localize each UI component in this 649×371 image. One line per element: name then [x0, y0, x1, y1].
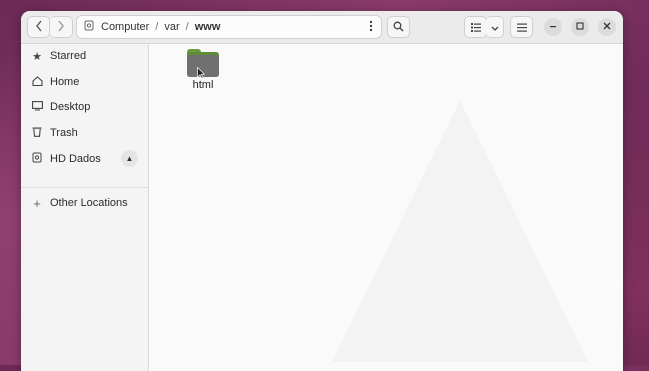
watermark-triangle — [332, 100, 588, 362]
close-icon — [603, 22, 611, 33]
sidebar-item-label: Desktop — [50, 101, 91, 113]
view-toggle-button[interactable] — [464, 16, 487, 38]
sidebar: ★ Starred Home Desktop Trash HD Dados ▲ … — [21, 44, 149, 371]
search-button[interactable] — [387, 16, 410, 38]
main-menu-button[interactable] — [510, 16, 533, 38]
sidebar-item-trash[interactable]: Trash — [21, 121, 148, 145]
chevron-left-icon — [35, 20, 43, 35]
location-pathbar[interactable]: Computer / var / www — [76, 15, 382, 39]
list-view-icon — [470, 20, 481, 35]
desktop-icon — [30, 100, 44, 114]
path-menu-button[interactable] — [360, 16, 382, 38]
eject-icon: ▲ — [125, 154, 134, 163]
breadcrumb-var[interactable]: var — [159, 21, 184, 33]
trash-icon — [30, 126, 44, 140]
view-options-dropdown[interactable] — [486, 16, 504, 38]
star-icon: ★ — [32, 50, 42, 63]
chevron-right-icon — [57, 20, 65, 35]
sidebar-item-hd-dados[interactable]: HD Dados ▲ — [21, 147, 148, 171]
file-manager-window: Computer / var / www ★ Starred Home Desk… — [21, 11, 623, 371]
eject-button[interactable]: ▲ — [121, 150, 138, 167]
maximize-icon — [576, 21, 584, 33]
sidebar-item-label: HD Dados — [50, 153, 101, 165]
sidebar-item-desktop[interactable]: Desktop — [21, 95, 148, 119]
chevron-down-icon — [491, 20, 499, 35]
headerbar: Computer / var / www — [21, 11, 623, 44]
forward-button[interactable] — [50, 16, 73, 38]
sidebar-item-other-locations[interactable]: + Other Locations — [21, 191, 148, 215]
drive-icon — [30, 152, 44, 166]
drive-icon — [84, 20, 94, 34]
folder-name-label[interactable]: html — [177, 79, 229, 91]
home-icon — [30, 75, 44, 89]
minimize-icon — [549, 22, 557, 33]
sidebar-item-label: Starred — [50, 50, 87, 62]
sidebar-item-starred[interactable]: ★ Starred — [21, 44, 148, 68]
hamburger-icon — [516, 20, 527, 35]
plus-icon: + — [33, 195, 41, 211]
file-view[interactable]: html — [149, 44, 623, 371]
mouse-pointer-icon — [197, 67, 205, 79]
sidebar-item-label: Other Locations — [50, 197, 128, 209]
sidebar-item-home[interactable]: Home — [21, 70, 148, 94]
maximize-button[interactable] — [571, 18, 589, 36]
sidebar-item-label: Home — [50, 76, 80, 88]
breadcrumb-computer[interactable]: Computer — [96, 21, 154, 33]
vertical-dots-icon — [369, 20, 373, 35]
breadcrumb-www[interactable]: www — [190, 21, 226, 33]
minimize-button[interactable] — [544, 18, 562, 36]
sidebar-item-label: Trash — [50, 127, 78, 139]
back-button[interactable] — [27, 16, 50, 38]
close-button[interactable] — [598, 18, 616, 36]
sidebar-divider — [21, 187, 148, 188]
search-icon — [393, 20, 404, 35]
